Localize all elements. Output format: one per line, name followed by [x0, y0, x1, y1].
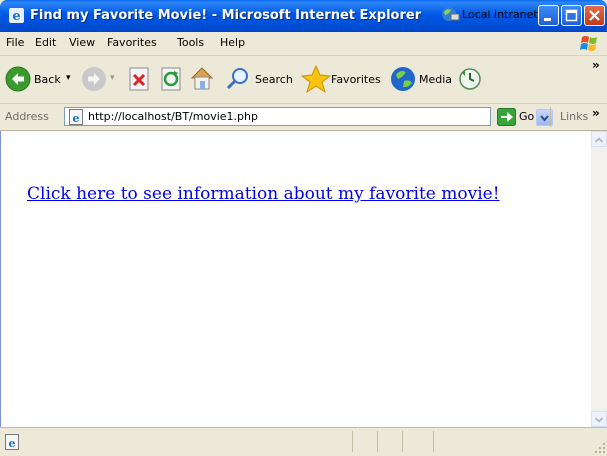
forward-dropdown-icon[interactable]: ▾ — [110, 73, 115, 83]
media-button-label[interactable]: Media — [419, 73, 452, 86]
menu-file[interactable]: File — [6, 36, 24, 49]
stop-icon[interactable] — [128, 67, 150, 91]
home-icon[interactable] — [189, 65, 215, 92]
scroll-down-button[interactable] — [591, 411, 607, 427]
page-status-icon: e — [5, 434, 19, 450]
go-button-label[interactable]: Go — [519, 110, 534, 123]
ie-window: e Find my Favorite Movie! - Microsoft In… — [0, 0, 607, 456]
menu-help[interactable]: Help — [220, 36, 245, 49]
status-cell — [377, 431, 378, 452]
maximize-icon — [565, 9, 578, 22]
windows-logo-icon — [580, 36, 597, 51]
window-title: Find my Favorite Movie! - Microsoft Inte… — [30, 8, 422, 23]
address-url: http://localhost/BT/movie1.php — [88, 110, 258, 123]
minimize-button[interactable] — [538, 5, 559, 26]
links-overflow-button[interactable]: » — [592, 106, 600, 120]
close-button[interactable] — [584, 5, 605, 26]
vertical-scrollbar[interactable] — [591, 131, 607, 427]
minimize-icon — [544, 18, 551, 21]
status-cell — [433, 431, 434, 452]
favorites-star-icon[interactable] — [301, 64, 331, 93]
favorites-button-label[interactable]: Favorites — [331, 73, 381, 86]
address-label: Address — [5, 110, 49, 123]
refresh-icon[interactable] — [160, 67, 182, 91]
links-separator — [550, 107, 551, 127]
svg-text:e: e — [12, 9, 20, 24]
scroll-up-button[interactable] — [591, 131, 607, 147]
menu-favorites[interactable]: Favorites — [107, 36, 157, 49]
page-content: Click here to see information about my f… — [0, 131, 591, 427]
local-intranet-icon — [442, 7, 460, 21]
page-icon: e — [69, 109, 83, 125]
back-arrow-icon[interactable] — [5, 66, 31, 92]
resize-grip-icon[interactable] — [594, 442, 606, 454]
svg-text:e: e — [9, 437, 16, 450]
ie-icon: e — [9, 8, 24, 24]
search-button-label[interactable]: Search — [255, 73, 293, 86]
menu-edit[interactable]: Edit — [35, 36, 56, 49]
status-bar: e — [0, 427, 607, 456]
toolbar-overflow-button[interactable]: » — [592, 58, 600, 72]
address-input[interactable]: e http://localhost/BT/movie1.php — [64, 107, 553, 126]
menu-tools[interactable]: Tools — [177, 36, 204, 49]
status-cell — [352, 431, 353, 452]
menu-view[interactable]: View — [69, 36, 95, 49]
chevron-up-icon — [594, 137, 604, 143]
status-cell — [402, 431, 403, 452]
forward-arrow-icon[interactable] — [81, 66, 107, 92]
close-icon — [589, 10, 600, 21]
chevron-down-icon — [594, 417, 604, 423]
go-arrow-icon[interactable] — [497, 108, 516, 126]
security-zone-label: Local intranet — [462, 8, 538, 21]
history-icon[interactable] — [458, 67, 482, 91]
maximize-button[interactable] — [561, 5, 582, 26]
svg-text:e: e — [73, 112, 80, 125]
search-icon[interactable] — [225, 67, 251, 91]
favorite-movie-link[interactable]: Click here to see information about my f… — [27, 184, 500, 204]
links-toolbar[interactable]: Links — [560, 110, 588, 123]
back-dropdown-icon[interactable]: ▾ — [66, 73, 71, 83]
standard-toolbar: Back ▾ ▾ Search Favorites Media » — [0, 56, 607, 104]
back-button-label[interactable]: Back — [34, 73, 61, 86]
media-icon[interactable] — [390, 66, 418, 92]
menu-bar: File Edit View Favorites Tools Help — [0, 32, 607, 56]
